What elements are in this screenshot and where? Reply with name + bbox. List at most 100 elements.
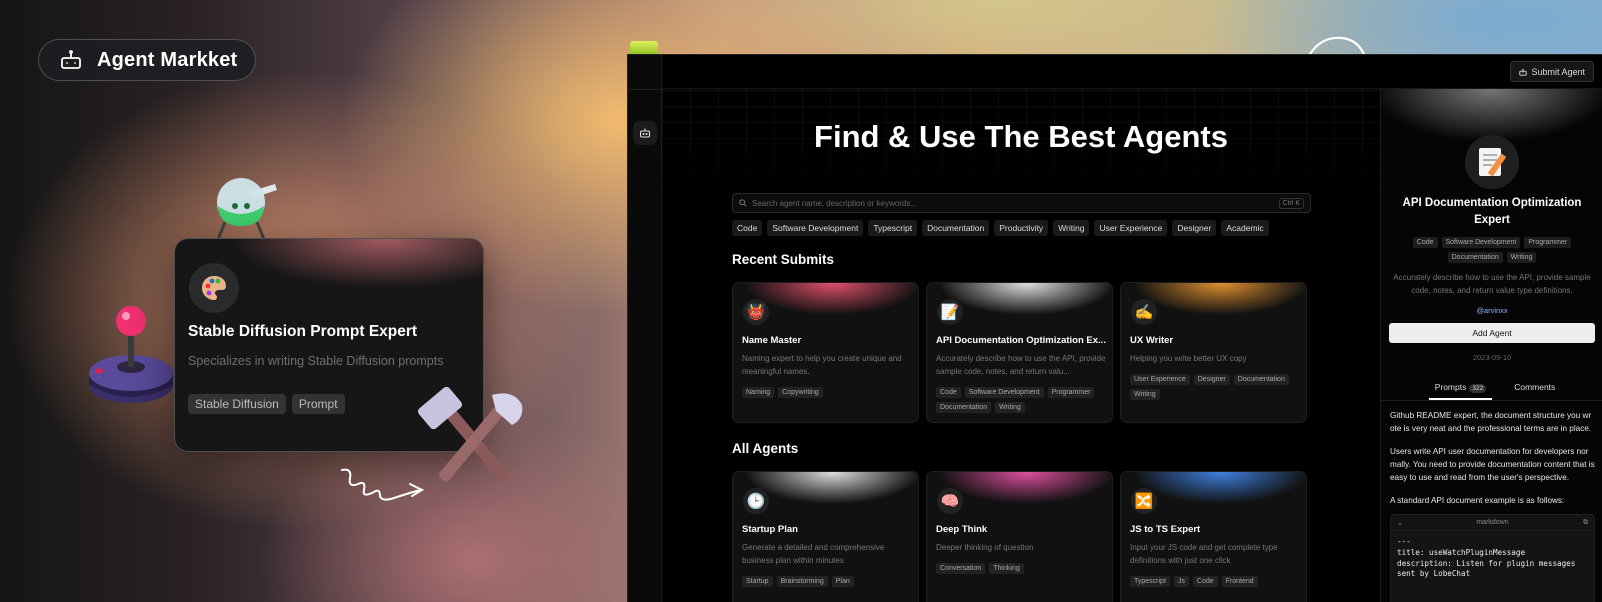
tag[interactable]: User Experience	[1130, 374, 1190, 385]
copy-icon[interactable]: ⧉	[1583, 519, 1588, 527]
tag[interactable]: Code	[936, 387, 961, 398]
agent-market-badge: Agent Markket	[38, 39, 256, 81]
scribble-arrow	[341, 468, 425, 501]
tag[interactable]: Writing	[1130, 389, 1160, 400]
agent-card-title: Deep Think	[936, 524, 988, 535]
all-agents-heading: All Agents	[732, 441, 799, 456]
top-bar: Submit Agent	[662, 55, 1602, 89]
category-tag[interactable]: User Experience	[1094, 220, 1168, 236]
prompt-paragraph: Github README expert, the document struc…	[1390, 411, 1592, 433]
publish-date: 2023-09-10	[1472, 353, 1512, 362]
tag[interactable]: Code	[1192, 576, 1218, 587]
agent-card[interactable]: ✍️ UX Writer Helping you write better UX…	[1120, 282, 1307, 423]
category-tag[interactable]: Writing	[1053, 220, 1090, 236]
memo-icon	[1465, 135, 1519, 189]
tag[interactable]: Copywriting	[778, 387, 823, 398]
tag[interactable]: Typescript	[1130, 576, 1170, 587]
category-tag[interactable]: Code	[732, 220, 763, 236]
search-icon	[739, 199, 747, 207]
tag[interactable]: Frontend	[1221, 576, 1258, 587]
demon-icon: 👹	[743, 299, 769, 325]
tag[interactable]: Code	[1412, 237, 1438, 248]
agent-card[interactable]: 🧠 Deep Think Deeper thinking of question…	[926, 471, 1113, 602]
author-link[interactable]: @arvinxx	[1381, 306, 1602, 315]
tag[interactable]: Software Development	[1441, 237, 1521, 248]
agent-detail-panel: API Documentation Optimization Expert Co…	[1380, 89, 1602, 602]
agent-card-tags: Conversation Thinking	[936, 563, 1108, 574]
code-block: ⌄ markdown ⧉ --- title: useWatchPluginMe…	[1390, 514, 1595, 602]
sidebar-divider	[628, 89, 661, 90]
featured-card-description: Specializes in writing Stable Diffusion …	[188, 354, 444, 368]
tab-comments[interactable]: Comments	[1514, 379, 1555, 400]
agent-card-description: Input your JS code and get complete type…	[1130, 543, 1278, 565]
app-window: Submit Agent Find & Use The Best Agents …	[627, 54, 1602, 602]
category-tag[interactable]: Documentation	[922, 220, 990, 236]
search-input[interactable]: Search agent name, description or keywor…	[732, 193, 1311, 213]
tag[interactable]: Programmer	[1047, 387, 1095, 398]
tag[interactable]: Writing	[995, 402, 1025, 413]
hammers-illustration	[418, 386, 523, 482]
badge-label: Agent Markket	[97, 48, 238, 71]
sidebar-agent-market-button[interactable]	[633, 121, 657, 145]
prompts-count-badge: 322	[1469, 384, 1487, 393]
hero-banner: Agent Markket Stable Diffusion Prompt Ex…	[0, 0, 1602, 602]
clock-icon: 🕒	[743, 488, 769, 514]
tag[interactable]: Naming	[742, 387, 775, 398]
code-language: markdown	[1476, 519, 1509, 526]
tag[interactable]: Writing	[1506, 252, 1537, 263]
panel-tags: Code Software Development Programmer Doc…	[1401, 237, 1583, 263]
panel-description: Accurately describe how to use the API, …	[1393, 273, 1591, 295]
agent-card-title: Startup Plan	[742, 524, 798, 535]
agent-card-title: API Documentation Optimization Ex...	[936, 335, 1106, 346]
tag[interactable]: Thinking	[989, 563, 1024, 574]
agent-card[interactable]: 👹 Name Master Naming expert to help you …	[732, 282, 919, 423]
tag[interactable]: Startup	[742, 576, 773, 587]
flask-illustration	[215, 178, 277, 243]
agent-card-tags: Startup Brainstorming Plan	[742, 576, 914, 587]
tag[interactable]: Software Development	[964, 387, 1044, 398]
main-content: Find & Use The Best Agents Search agent …	[662, 89, 1380, 602]
recent-submits-heading: Recent Submits	[732, 252, 835, 267]
agent-card-title: Name Master	[742, 335, 802, 346]
tab-prompts[interactable]: Prompts 322	[1428, 379, 1493, 400]
tag[interactable]: Stable Diffusion	[188, 394, 286, 414]
featured-card-title: Stable Diffusion Prompt Expert	[188, 323, 418, 340]
tag[interactable]: Conversation	[936, 563, 986, 574]
page-title: Find & Use The Best Agents	[814, 119, 1228, 154]
agent-card-description: Naming expert to help you create unique …	[742, 354, 902, 376]
agent-card-description: Deeper thinking of question	[936, 543, 1034, 552]
search-placeholder: Search agent name, description or keywor…	[752, 198, 917, 208]
chevron-down-icon[interactable]: ⌄	[1397, 519, 1403, 527]
agent-card[interactable]: 🕒 Startup Plan Generate a detailed and c…	[732, 471, 919, 602]
category-tag[interactable]: Designer	[1172, 220, 1217, 236]
tag[interactable]: Brainstorming	[776, 576, 828, 587]
robot-icon	[61, 50, 81, 69]
category-tag[interactable]: Typescript	[868, 220, 918, 236]
submit-agent-button[interactable]: Submit Agent	[1510, 61, 1594, 82]
agent-card[interactable]: 📝 API Documentation Optimization Ex... A…	[926, 282, 1113, 423]
agent-card-description: Accurately describe how to use the API, …	[936, 354, 1106, 376]
tag[interactable]: Js	[1173, 576, 1189, 587]
category-tag[interactable]: Productivity	[994, 220, 1049, 236]
agent-card-tags: Naming Copywriting	[742, 387, 914, 398]
tag[interactable]: Designer	[1193, 374, 1230, 385]
tag[interactable]: Programmer	[1524, 237, 1572, 248]
category-tag[interactable]: Academic	[1221, 220, 1269, 236]
robot-icon	[639, 128, 651, 138]
tag[interactable]: Plan	[831, 576, 854, 587]
upload-icon	[1519, 68, 1528, 76]
shuffle-icon: 🔀	[1131, 488, 1157, 514]
tag[interactable]: Documentation	[936, 402, 992, 413]
agent-card-tags: User Experience Designer Documentation W…	[1130, 374, 1302, 400]
tag[interactable]: Prompt	[291, 394, 345, 414]
left-sidebar	[628, 55, 662, 602]
agent-card-description: Helping you write better UX copy	[1130, 354, 1247, 363]
agent-card[interactable]: 🔀 JS to TS Expert Input your JS code and…	[1120, 471, 1307, 602]
tag[interactable]: Documentation	[1233, 374, 1289, 385]
writing-hand-icon: ✍️	[1131, 299, 1157, 325]
tag[interactable]: Documentation	[1447, 252, 1503, 263]
featured-card-tags: Stable Diffusion Prompt	[188, 394, 345, 414]
category-tag[interactable]: Software Development	[767, 220, 864, 236]
add-agent-button[interactable]: Add Agent	[1389, 323, 1595, 343]
category-tags: Code Software Development Typescript Doc…	[732, 220, 1269, 236]
